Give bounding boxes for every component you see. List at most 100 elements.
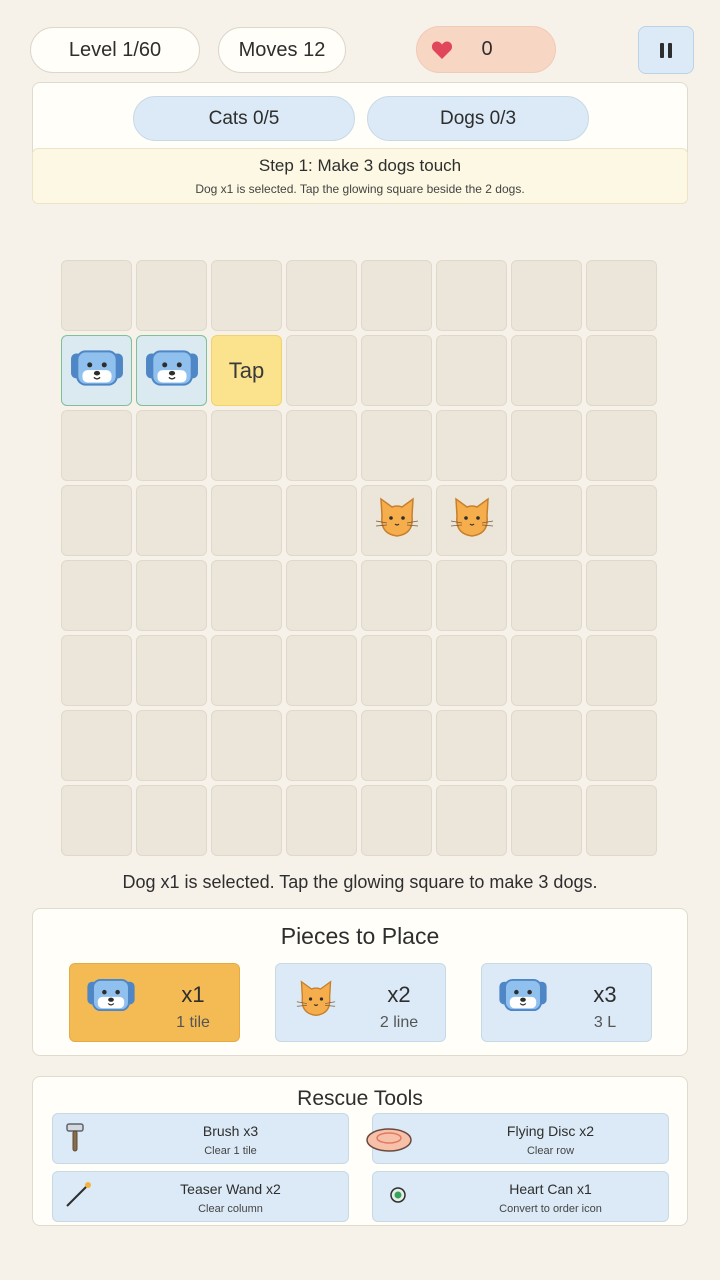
board-cell[interactable]: [136, 410, 207, 481]
board-cell[interactable]: [136, 785, 207, 856]
board-cell[interactable]: [436, 635, 507, 706]
rescue-tool-button[interactable]: Heart Can x1 Convert to order icon: [372, 1171, 669, 1222]
dog-icon: [498, 978, 548, 1017]
board-cell[interactable]: [361, 410, 432, 481]
board-cell[interactable]: [361, 335, 432, 406]
tool-name: Teaser Wand x2: [180, 1181, 281, 1197]
step-subtitle: Dog x1 is selected. Tap the glowing squa…: [195, 182, 525, 196]
board-cell[interactable]: [361, 635, 432, 706]
rescue-tool-button[interactable]: Flying Disc x2 Clear row: [366, 1113, 669, 1164]
piece-option[interactable]: x1 1 tile: [69, 963, 240, 1042]
board-cell[interactable]: [436, 560, 507, 631]
board-cell[interactable]: [511, 260, 582, 331]
board-cell[interactable]: [211, 260, 282, 331]
board-cell[interactable]: [361, 260, 432, 331]
cat-icon: [450, 496, 494, 545]
board-cell[interactable]: [511, 485, 582, 556]
goal-panel: Cats 0/5 Dogs 0/3: [32, 82, 688, 152]
flying-disc-icon: [365, 1124, 413, 1159]
board-cell[interactable]: [136, 560, 207, 631]
board-cell[interactable]: [61, 635, 132, 706]
board-cell[interactable]: [586, 785, 657, 856]
board-cell[interactable]: [61, 710, 132, 781]
board-cell[interactable]: [61, 485, 132, 556]
board-cell[interactable]: [586, 560, 657, 631]
board-cell[interactable]: [211, 635, 282, 706]
piece-count: x1: [181, 982, 205, 1007]
moves-label: Moves 12: [238, 38, 326, 61]
board-cell-dog[interactable]: [136, 335, 207, 406]
level-label: Level 1/60: [68, 38, 162, 61]
board-cell-tap-target[interactable]: Tap: [211, 335, 282, 406]
board-cell[interactable]: [511, 710, 582, 781]
board-cell[interactable]: [436, 335, 507, 406]
board-cell[interactable]: [361, 710, 432, 781]
rescue-tool-button[interactable]: Teaser Wand x2 Clear column: [52, 1171, 349, 1222]
heart-can-icon: [383, 1180, 413, 1215]
tap-label: Tap: [228, 357, 265, 383]
board-cell[interactable]: [211, 410, 282, 481]
board-cell[interactable]: [586, 635, 657, 706]
board-cell[interactable]: [586, 260, 657, 331]
board-cell[interactable]: [61, 260, 132, 331]
goal-dogs-label: Dogs 0/3: [439, 107, 517, 129]
board-cell[interactable]: [511, 335, 582, 406]
goal-cats-label: Cats 0/5: [208, 107, 280, 129]
board-cell[interactable]: [511, 410, 582, 481]
board-cell-dog[interactable]: [61, 335, 132, 406]
board-cell[interactable]: [586, 485, 657, 556]
board-cell[interactable]: [61, 410, 132, 481]
pause-icon-bar: [668, 42, 672, 58]
tools-title: Rescue Tools: [297, 1087, 423, 1110]
board-cell[interactable]: [211, 560, 282, 631]
board-cell[interactable]: [286, 335, 357, 406]
piece-count: x3: [593, 982, 617, 1007]
board-cell[interactable]: [286, 485, 357, 556]
board-cell[interactable]: [361, 785, 432, 856]
board-cell[interactable]: [136, 485, 207, 556]
board-cell[interactable]: [136, 260, 207, 331]
board-cell[interactable]: [286, 785, 357, 856]
hearts-value: 0: [481, 38, 493, 60]
board-cell[interactable]: [211, 710, 282, 781]
dog-icon: [145, 349, 199, 392]
board-cell[interactable]: [436, 260, 507, 331]
board-cell[interactable]: [586, 410, 657, 481]
tool-description: Clear column: [198, 1203, 263, 1215]
board-cell[interactable]: [61, 560, 132, 631]
board-cell[interactable]: [436, 410, 507, 481]
pause-icon: [660, 42, 664, 58]
board-cell-cat[interactable]: [436, 485, 507, 556]
dog-icon: [86, 978, 136, 1017]
piece-option[interactable]: x2 2 line: [275, 963, 446, 1042]
board-cell[interactable]: [286, 560, 357, 631]
hint-text: Dog x1 is selected. Tap the glowing squa…: [122, 872, 598, 892]
piece-shape: 3 L: [593, 1014, 617, 1031]
board-cell[interactable]: [61, 785, 132, 856]
board-cell[interactable]: [136, 710, 207, 781]
board-cell[interactable]: [436, 710, 507, 781]
board-cell-cat[interactable]: [361, 485, 432, 556]
pause-button[interactable]: [638, 26, 694, 74]
tools-panel: Rescue Tools Brush x3 Clear 1 tile Flying …: [32, 1076, 688, 1226]
piece-option[interactable]: x3 3 L: [481, 963, 652, 1042]
rescue-tool-button[interactable]: Brush x3 Clear 1 tile: [52, 1113, 349, 1164]
board-cell[interactable]: [511, 785, 582, 856]
tool-description: Clear 1 tile: [204, 1145, 257, 1157]
board-cell[interactable]: [136, 635, 207, 706]
board-cell[interactable]: [286, 410, 357, 481]
step-title: Step 1: Make 3 dogs touch: [258, 156, 462, 175]
goal-dogs-chip: Dogs 0/3: [367, 96, 589, 141]
board-cell[interactable]: [586, 710, 657, 781]
board-cell[interactable]: [511, 635, 582, 706]
board-cell[interactable]: [211, 485, 282, 556]
board-cell[interactable]: [586, 335, 657, 406]
board-cell[interactable]: [211, 785, 282, 856]
board-cell[interactable]: [286, 710, 357, 781]
board-cell[interactable]: [286, 635, 357, 706]
board-cell[interactable]: [361, 560, 432, 631]
board-cell[interactable]: [436, 785, 507, 856]
board-cell[interactable]: [511, 560, 582, 631]
goal-cats-chip: Cats 0/5: [133, 96, 355, 141]
board-cell[interactable]: [286, 260, 357, 331]
